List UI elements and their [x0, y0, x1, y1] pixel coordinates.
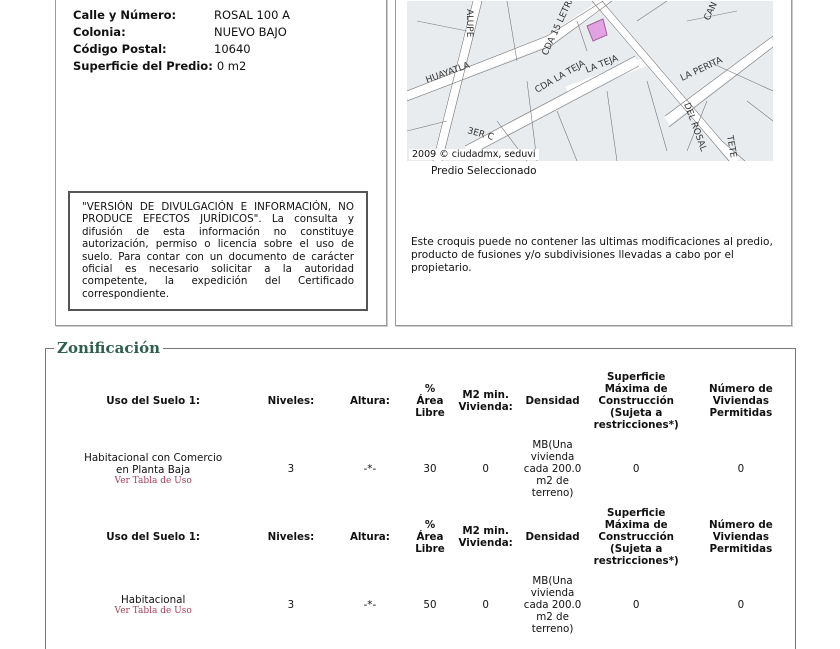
map[interactable]: ALUPE CDA 15 LETRA CAN HUAYATLA CDA LA T… — [407, 1, 773, 161]
column-header: M2 min. Vivienda: — [458, 525, 513, 549]
header-row: Uso del Suelo 1: Niveles: Altura: % Área Li… — [56, 365, 795, 437]
field-cp: Código Postal: 10640 — [73, 42, 251, 56]
column-header: Altura: — [349, 395, 390, 407]
zonificacion-section: Zonificación Uso del Suelo 1: Niveles: Alt… — [45, 339, 796, 649]
m2_min-cell: 0 — [482, 463, 489, 475]
column-header: Densidad — [525, 531, 580, 543]
uso-label: Habitacional con Comercio en Planta Baja — [84, 452, 223, 476]
densidad-cell: MB(Una vivienda cada 200.0 m2 de terreno… — [523, 439, 582, 499]
table-row: Habitacional Ver Tabla de Uso 3 -*- 50 0 MB(Un… — [56, 573, 795, 637]
altura-cell: -*- — [363, 463, 377, 475]
column-header: Número de Viviendas Permitidas — [708, 519, 773, 555]
column-header: Número de Viviendas Permitidas — [708, 383, 773, 419]
niveles-cell: 3 — [287, 599, 295, 611]
column-header: % Área Libre — [415, 383, 445, 419]
map-note: Este croquis puede no contener las ultim… — [411, 236, 773, 274]
map-copyright: 2009 © ciudadmx, seduvi — [409, 149, 539, 160]
column-header: Uso del Suelo 1: — [106, 531, 201, 543]
area_libre-cell: 50 — [423, 599, 437, 611]
column-header: Superficie Máxima de Construcción (Sujet… — [593, 371, 679, 431]
street-label: ALUPE — [464, 9, 474, 38]
superficie-cell: 0 — [632, 599, 640, 611]
header-row: Uso del Suelo 1: Niveles: Altura: % Área Li… — [56, 501, 795, 573]
column-header: Niveles: — [267, 531, 315, 543]
column-header: M2 min. Vivienda: — [458, 389, 513, 413]
column-header: Altura: — [349, 531, 390, 543]
column-header: Densidad — [525, 395, 580, 407]
viviendas-cell: 0 — [737, 463, 745, 475]
ver-tabla-link[interactable]: Ver Tabla de Uso — [59, 606, 247, 616]
field-colonia: Colonia: NUEVO BAJO — [73, 25, 287, 39]
table-row: Habitacional con Comercio en Planta Baja… — [56, 437, 795, 501]
uso-cell: Habitacional Ver Tabla de Uso — [56, 573, 250, 637]
map-panel: ALUPE CDA 15 LETRA CAN HUAYATLA CDA LA T… — [395, 0, 792, 326]
niveles-cell: 3 — [287, 463, 295, 475]
predio-panel: Calle y Número: ROSAL 100 A Colonia: NUEVO… — [55, 0, 387, 326]
field-superficie: Superficie del Predio: 0 m2 — [73, 59, 247, 73]
column-header: Superficie Máxima de Construcción (Sujet… — [593, 507, 679, 567]
m2_min-cell: 0 — [482, 599, 489, 611]
map-drawing: ALUPE CDA 15 LETRA CAN HUAYATLA CDA LA T… — [407, 1, 773, 161]
column-header: % Área Libre — [415, 519, 445, 555]
column-header: Uso del Suelo 1: — [106, 395, 201, 407]
densidad-cell: MB(Una vivienda cada 200.0 m2 de terreno… — [523, 575, 582, 635]
superficie-cell: 0 — [632, 463, 640, 475]
disclaimer: "VERSIÓN DE DIVULGACIÓN E INFORMACIÓN, N… — [68, 191, 368, 311]
uso-cell: Habitacional con Comercio en Planta Baja… — [56, 437, 250, 501]
area_libre-cell: 30 — [423, 463, 437, 475]
uso-label: Habitacional — [120, 594, 186, 606]
column-header: Niveles: — [267, 395, 315, 407]
street-label: CAN — [703, 1, 720, 22]
field-calle: Calle y Número: ROSAL 100 A — [73, 8, 290, 22]
ver-tabla-link[interactable]: Ver Tabla de Uso — [59, 476, 247, 486]
altura-cell: -*- — [363, 599, 377, 611]
predio-info: Calle y Número: ROSAL 100 A Colonia: NUEVO… — [73, 7, 290, 75]
viviendas-cell: 0 — [737, 599, 745, 611]
map-caption: Predio Seleccionado — [431, 165, 537, 177]
section-title: Zonificación — [54, 339, 164, 357]
zonificacion-table: Uso del Suelo 1: Niveles: Altura: % Área Li… — [56, 365, 795, 637]
selected-lot[interactable] — [586, 18, 608, 42]
